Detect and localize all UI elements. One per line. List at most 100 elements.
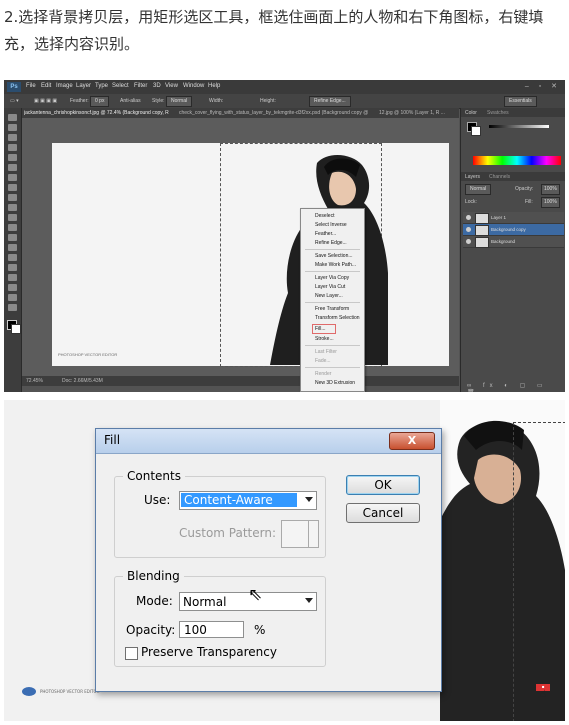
menu-filter[interactable]: Filter [134,83,147,89]
man-photo-figure [270,154,388,365]
type-tool-icon[interactable] [8,264,17,271]
feather-label: Feather: [70,98,89,104]
menu-item-transform-selection[interactable]: Transform Selection [315,315,360,321]
menu-item-refine-edge[interactable]: Refine Edge... [315,240,347,246]
window-controls-icon[interactable]: – ▫ ✕ [525,82,561,90]
lasso-tool-icon[interactable] [8,134,17,141]
photoshop-screenshot: Ps File Edit Image Layer Type Select Fil… [4,80,565,392]
gradient-tool-icon[interactable] [8,224,17,231]
menu-item-new-3d-extrusion[interactable]: New 3D Extrusion [315,380,355,386]
blend-mode-select[interactable]: Normal [465,184,492,195]
blur-tool-icon[interactable] [8,234,17,241]
document-tab[interactable]: 12.jpg @ 100% (Layer 1, R ... [379,110,457,116]
canvas-area[interactable]: PHOTOSHOP VECTOR EDITOR [22,118,459,376]
menu-item-make-work-path[interactable]: Make Work Path... [315,262,356,268]
menu-file[interactable]: File [26,83,36,89]
doc-size: Doc: 2.66M/5.43M [62,378,103,384]
pen-tool-icon[interactable] [8,254,17,261]
layer-row-selected[interactable]: Background copy [463,224,564,236]
feather-input[interactable]: 0 px [90,96,110,107]
history-brush-tool-icon[interactable] [8,204,17,211]
shape-tool-icon[interactable] [8,284,17,291]
healing-tool-icon[interactable] [8,174,17,181]
menu-item-free-transform[interactable]: Free Transform [315,306,349,312]
style-select[interactable]: Normal [166,96,193,107]
selection-mode-icons[interactable]: ▣ ▣ ▣ ▣ [34,98,57,104]
menu-layer[interactable]: Layer [76,83,91,89]
menu-window[interactable]: Window [183,83,204,89]
chevron-down-icon[interactable] [305,497,313,502]
menu-item-stroke[interactable]: Stroke... [315,336,334,342]
use-select[interactable]: Content-Aware [179,491,317,510]
menu-item-fill[interactable]: Fill... [315,326,326,332]
menu-item-deselect[interactable]: Deselect [315,213,334,219]
ok-button[interactable]: OK [346,475,420,495]
eye-icon[interactable] [466,239,471,244]
background-swatch-icon[interactable] [471,126,481,136]
custom-pattern-label: Custom Pattern: [179,526,277,540]
preserve-transparency-checkbox[interactable] [125,647,138,660]
layer-row[interactable]: Layer 1 [463,212,564,224]
color-spectrum[interactable] [473,156,561,165]
photoshop-logo: Ps [7,82,21,92]
menu-3d[interactable]: 3D [153,83,161,89]
layer-row[interactable]: Background [463,236,564,248]
menu-image[interactable]: Image [56,83,73,89]
antialias-label[interactable]: Anti-alias [120,98,141,104]
document-tab-active[interactable]: jackantenna_chrishopkinsoncf.jpg @ 72.4%… [24,110,169,116]
workspace-select[interactable]: Essentials [504,96,537,107]
zoom-level[interactable]: 72.45% [26,378,43,384]
opacity-label: Opacity: [515,186,534,192]
menu-item-select-inverse[interactable]: Select Inverse [315,222,347,228]
document-tab[interactable]: check_cover_flying_with_status_layer_by_… [179,110,369,116]
tab-swatches[interactable]: Swatches [487,110,509,116]
menu-item-feather[interactable]: Feather... [315,231,336,237]
menu-item-layer-via-copy[interactable]: Layer Via Copy [315,275,349,281]
layer-actions-icons[interactable]: ∞ fx ◐ ▢ ▭ 🗑 [467,382,565,392]
eraser-tool-icon[interactable] [8,214,17,221]
zoom-tool-icon[interactable] [8,304,17,311]
eyedropper-tool-icon[interactable] [8,164,17,171]
step-caption: 2.选择背景拷贝层，用矩形选区工具，框选住画面上的人物和右下角图标，右键填充，选… [4,8,544,53]
tab-layers[interactable]: Layers [465,174,480,180]
menu-select[interactable]: Select [112,83,129,89]
stamp-tool-icon[interactable] [8,194,17,201]
dodge-tool-icon[interactable] [8,244,17,251]
cancel-button[interactable]: Cancel [346,503,420,523]
quick-select-tool-icon[interactable] [8,144,17,151]
tab-channels[interactable]: Channels [489,174,510,180]
preserve-transparency-label: Preserve Transparency [141,645,277,659]
mouse-pointer-icon: ⇖ [248,585,263,605]
background-color-icon[interactable] [11,324,21,334]
eye-icon[interactable] [466,215,471,220]
move-tool-icon[interactable] [8,114,17,121]
refine-edge-button[interactable]: Refine Edge... [309,96,351,107]
dialog-title-bar[interactable]: Fill X [96,429,441,454]
menu-view[interactable]: View [165,83,178,89]
brush-tool-icon[interactable] [8,184,17,191]
opacity-label: Opacity: [126,623,176,637]
menu-item-fade: Fade... [315,358,331,364]
crop-tool-icon[interactable] [8,154,17,161]
menu-item-save-selection[interactable]: Save Selection... [315,253,353,259]
menu-edit[interactable]: Edit [41,83,51,89]
path-select-tool-icon[interactable] [8,274,17,281]
close-button[interactable]: X [389,432,435,450]
menu-item-new-layer[interactable]: New Layer... [315,293,343,299]
chevron-down-icon[interactable] [305,598,313,603]
eye-icon[interactable] [466,227,471,232]
tools-panel [4,108,22,392]
menu-type[interactable]: Type [95,83,108,89]
layer-name: Layer 1 [491,215,507,220]
tab-color[interactable]: Color [465,110,477,116]
hand-tool-icon[interactable] [8,294,17,301]
menu-item-layer-via-cut[interactable]: Layer Via Cut [315,284,345,290]
fill-input[interactable]: 100% [541,197,560,208]
opacity-input[interactable]: 100% [541,184,560,195]
color-slider[interactable] [489,125,549,128]
marquee-tool-icon[interactable]: ▭ ▾ [10,98,19,104]
watermark-logo-icon [22,687,36,696]
opacity-input[interactable]: 100 [179,621,244,638]
menu-help[interactable]: Help [208,83,220,89]
marquee-tool-icon[interactable] [8,124,17,131]
